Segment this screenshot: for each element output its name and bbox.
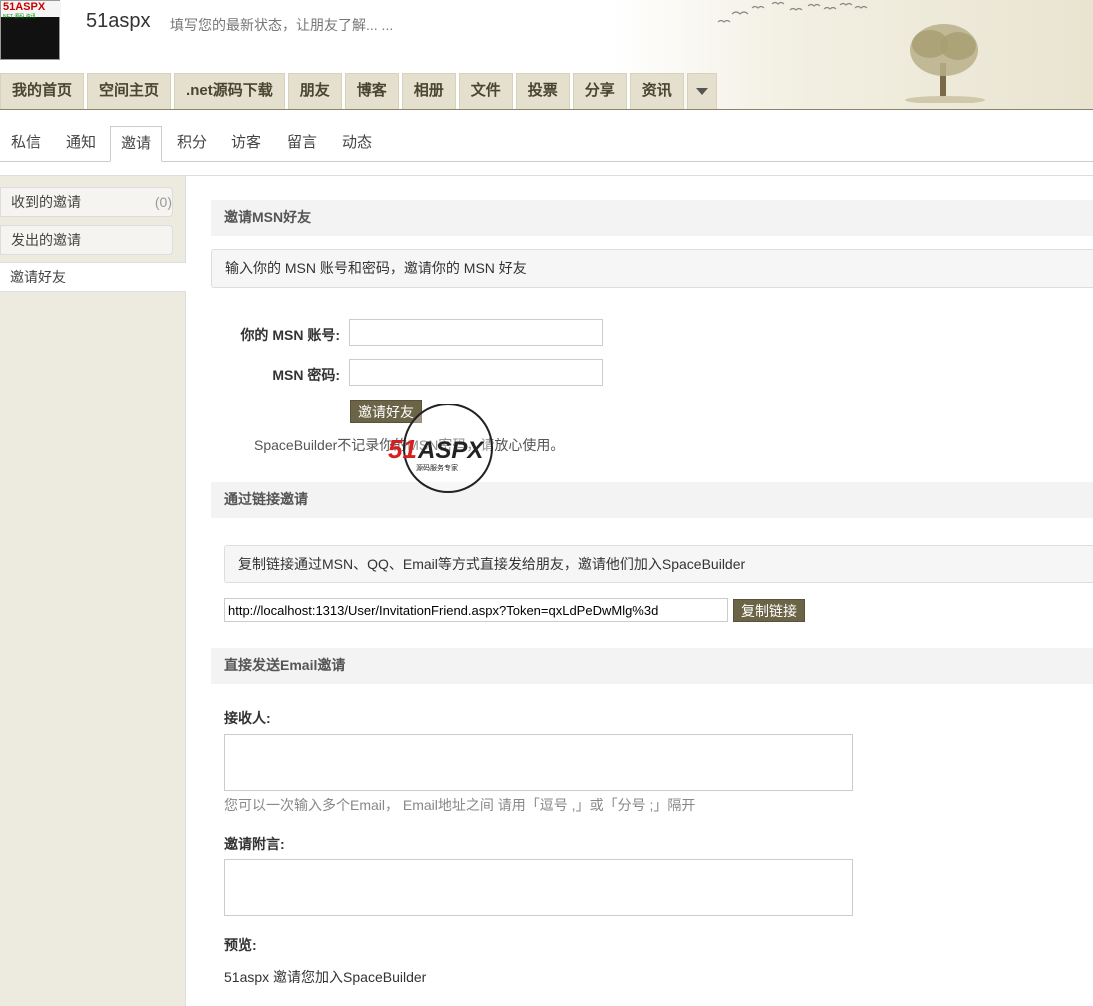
sidebar-item-label: 邀请好友 (10, 269, 66, 285)
sidebar: 收到的邀请 (0) 发出的邀请 邀请好友 (0, 176, 186, 1006)
tab-invitations[interactable]: 邀请 (110, 126, 163, 162)
msn-password-label: MSN 密码: (272, 367, 340, 383)
site-header: 51ASPX NET 源码 资讯 51aspx 填写您的最新状态，让朋友了解..… (0, 0, 1093, 110)
preview-text: 51aspx 邀请您加入SpaceBuilder (224, 969, 427, 985)
nav-item-source-download[interactable]: .net源码下载 (174, 73, 285, 109)
msn-account-input[interactable] (349, 319, 603, 346)
sidebar-item-label: 收到的邀请 (11, 194, 81, 210)
recipient-textarea[interactable] (224, 734, 853, 791)
nav-more-button[interactable] (686, 73, 717, 109)
nav-item-share[interactable]: 分享 (572, 73, 627, 109)
sidebar-item-label: 发出的邀请 (11, 232, 81, 248)
birds-decoration (717, 1, 868, 23)
nav-item-blog[interactable]: 博客 (344, 73, 399, 109)
msn-password-input[interactable] (349, 359, 603, 386)
status-prompt[interactable]: 填写您的最新状态，让朋友了解... ... (170, 15, 393, 35)
msn-account-label: 你的 MSN 账号: (240, 327, 340, 343)
message-label: 邀请附言: (224, 836, 285, 852)
main-nav: 我的首页 空间主页 .net源码下载 朋友 博客 相册 文件 投票 分享 资讯 (0, 73, 720, 109)
sidebar-item-invite-friends[interactable]: 邀请好友 (0, 262, 186, 292)
link-section-heading: 通过链接邀请 (211, 482, 1093, 518)
tab-activity[interactable]: 动态 (342, 126, 372, 162)
recipient-label: 接收人: (224, 710, 271, 726)
avatar[interactable]: 51ASPX NET 源码 资讯 (0, 0, 61, 60)
copy-link-button[interactable]: 复制链接 (733, 599, 805, 622)
invitation-link-field[interactable] (224, 598, 728, 622)
nav-item-files[interactable]: 文件 (458, 73, 513, 109)
message-textarea[interactable] (224, 859, 853, 916)
username[interactable]: 51aspx (86, 10, 151, 33)
tab-guestbook[interactable]: 留言 (287, 126, 317, 162)
msn-info-box: 输入你的 MSN 账号和密码，邀请你的 MSN 好友 (211, 249, 1093, 288)
tab-points[interactable]: 积分 (177, 126, 207, 162)
watermark-logo: 51 ASPX 源码服务专家 (388, 404, 493, 493)
msn-section-heading: 邀请MSN好友 (211, 200, 1093, 236)
nav-item-home[interactable]: 我的首页 (0, 73, 85, 109)
tab-notifications[interactable]: 通知 (66, 126, 96, 162)
svg-text:ASPX: ASPX (417, 437, 485, 464)
chevron-down-icon (695, 88, 708, 95)
tab-messages[interactable]: 私信 (11, 126, 41, 162)
email-section-heading: 直接发送Email邀请 (211, 648, 1093, 684)
link-info-box: 复制链接通过MSN、QQ、Email等方式直接发给朋友，邀请他们加入SpaceB… (224, 545, 1093, 583)
avatar-logo-subtext: NET 源码 资讯 (3, 14, 36, 20)
sidebar-item-received-invitations[interactable]: 收到的邀请 (0) (0, 187, 173, 217)
tab-visitors[interactable]: 访客 (231, 126, 261, 162)
tree-decoration (905, 24, 985, 103)
nav-item-friends[interactable]: 朋友 (287, 73, 342, 109)
preview-label: 预览: (224, 937, 257, 953)
sub-nav: 私信 通知 邀请 积分 访客 留言 动态 (0, 126, 1093, 162)
svg-text:源码服务专家: 源码服务专家 (416, 463, 458, 472)
svg-text:51: 51 (388, 434, 417, 464)
nav-item-news[interactable]: 资讯 (629, 73, 684, 109)
count-badge: (0) (154, 194, 172, 210)
recipient-hint: 您可以一次输入多个Email， Email地址之间 请用「逗号 ,」或「分号 ;… (224, 797, 696, 813)
nav-item-space[interactable]: 空间主页 (87, 73, 172, 109)
nav-item-vote[interactable]: 投票 (515, 73, 570, 109)
sidebar-item-sent-invitations[interactable]: 发出的邀请 (0, 225, 173, 255)
nav-item-album[interactable]: 相册 (401, 73, 456, 109)
